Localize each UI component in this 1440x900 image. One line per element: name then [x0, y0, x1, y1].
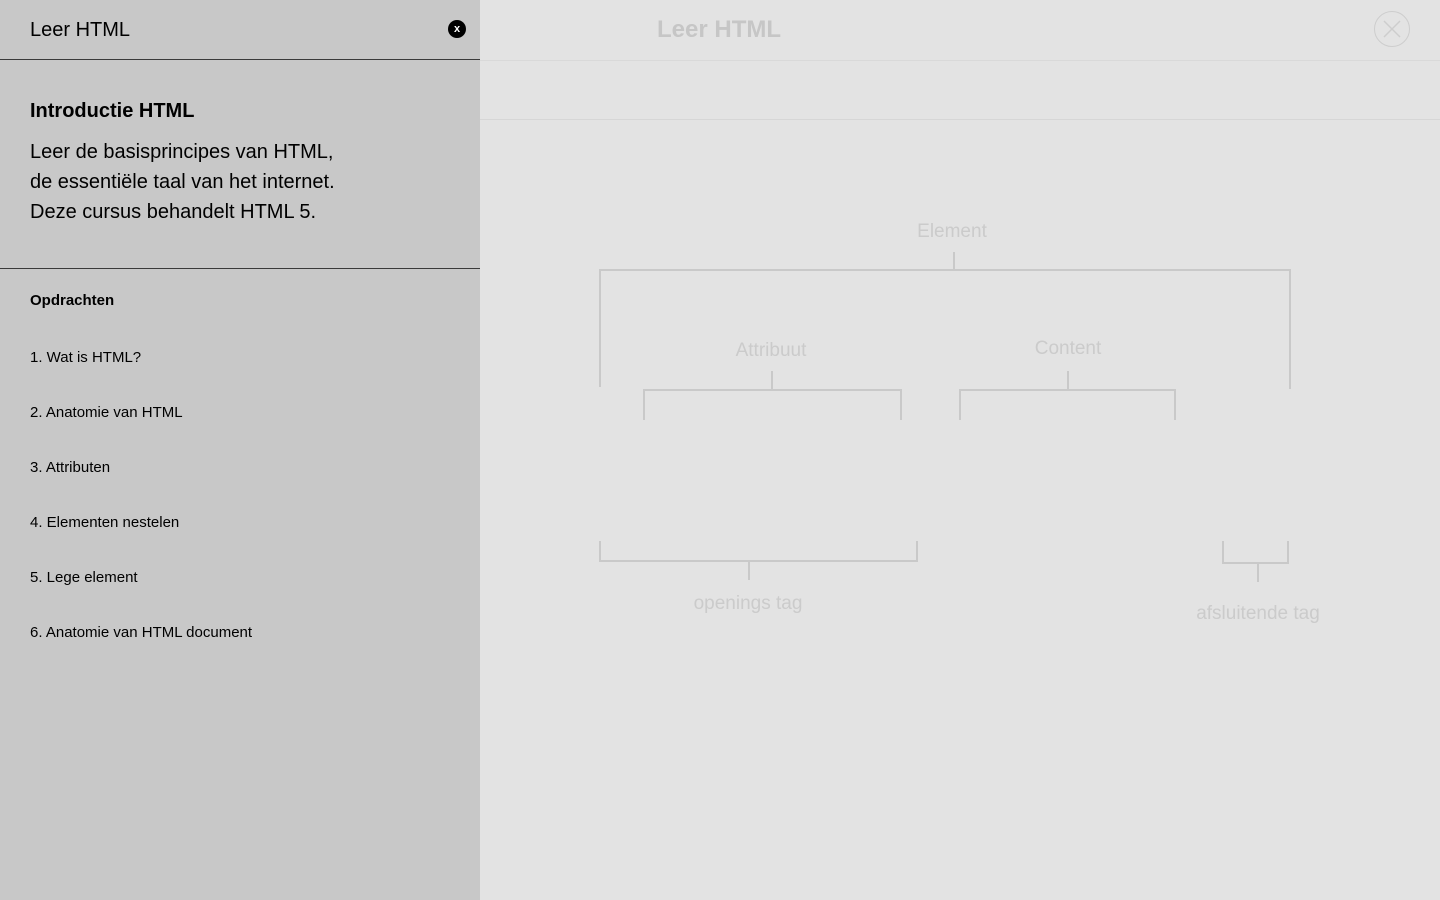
task-item-5[interactable]: 5. Lege element: [30, 567, 252, 622]
attribute-label: Attribuut: [736, 340, 807, 361]
content-bracket: [959, 389, 1176, 420]
element-label: Element: [917, 221, 987, 242]
tasks-heading: Opdrachten: [30, 292, 115, 309]
task-list: 1. Wat is HTML? 2. Anatomie van HTML 3. …: [30, 347, 252, 677]
intro-line: de essentiële taal van het internet.: [30, 171, 335, 193]
element-bracket: [599, 269, 1291, 389]
course-intro: Introductie HTML Leer de basisprincipes …: [30, 100, 450, 227]
closing-tag-label: afsluitende tag: [1196, 603, 1320, 624]
opening-tag-bracket: [599, 541, 918, 562]
attribute-bracket: [643, 389, 902, 420]
sidebar-close-button[interactable]: x: [448, 20, 466, 38]
sidebar-header: Leer HTML x: [0, 0, 480, 60]
closing-tag-bracket: [1222, 541, 1289, 564]
sidebar-divider: [0, 268, 480, 269]
sidebar-title: Leer HTML: [30, 19, 131, 41]
intro-line: Deze cursus behandelt HTML 5.: [30, 201, 317, 223]
intro-description: Leer de basisprincipes van HTML, de esse…: [30, 137, 450, 227]
content-label: Content: [1035, 338, 1102, 359]
task-item-4[interactable]: 4. Elementen nestelen: [30, 512, 252, 567]
task-item-6[interactable]: 6. Anatomie van HTML document: [30, 622, 252, 677]
task-item-2[interactable]: 2. Anatomie van HTML: [30, 402, 252, 457]
intro-heading: Introductie HTML: [30, 100, 195, 122]
intro-line: Leer de basisprincipes van HTML,: [30, 141, 334, 163]
task-item-1[interactable]: 1. Wat is HTML?: [30, 347, 252, 402]
opening-tag-label: openings tag: [694, 593, 803, 614]
course-sidebar: Leer HTML x Introductie HTML Leer de bas…: [0, 0, 480, 900]
close-icon: x: [453, 23, 461, 35]
task-item-3[interactable]: 3. Attributen: [30, 457, 252, 512]
